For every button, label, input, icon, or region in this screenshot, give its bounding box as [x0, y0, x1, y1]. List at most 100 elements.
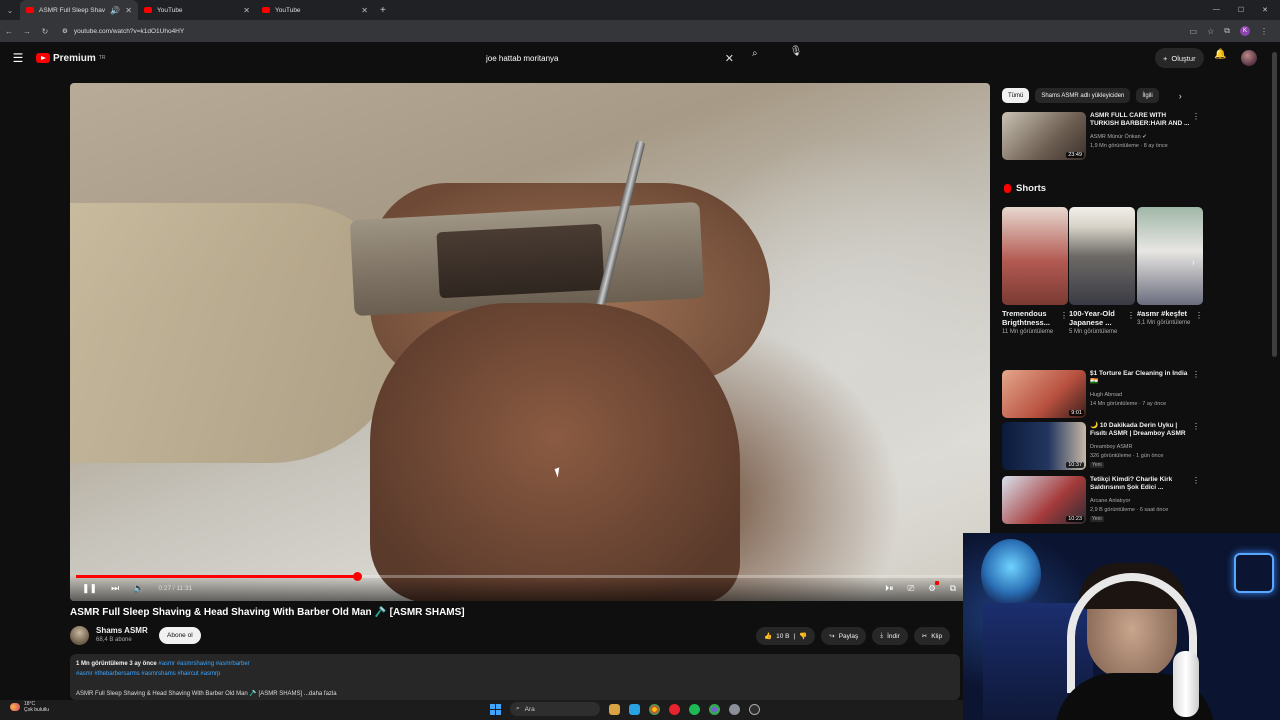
search-input[interactable]: joe hattab moritanya ✕	[480, 47, 748, 69]
profile-avatar[interactable]: K	[1240, 26, 1250, 36]
video-thumbnail[interactable]: 10:23	[1002, 476, 1086, 524]
short-item[interactable]: 100-Year-Old Japanese ... 5 Mn görüntüle…	[1069, 207, 1135, 337]
recommended-video[interactable]: 10:37 🌙 10 Dakikada Derin Uyku | Fısıltı…	[1002, 422, 1202, 470]
weather-widget[interactable]: 18°C Çok bulutlu	[10, 701, 49, 713]
settings-gear-icon[interactable]: ⚙	[928, 581, 939, 594]
cast-icon[interactable]: ▭	[1190, 27, 1198, 36]
chip-all[interactable]: Tümü	[1002, 88, 1030, 103]
short-item[interactable]: Tremendous Brigthtness... 11 Mn görüntül…	[1002, 207, 1068, 337]
next-icon[interactable]: ⏭	[111, 583, 119, 594]
short-thumbnail[interactable]	[1069, 207, 1135, 305]
new-tab-icon[interactable]: +	[380, 5, 386, 16]
spotify-icon[interactable]	[689, 703, 700, 715]
taskbar-search[interactable]: ⌕ Ara	[510, 702, 600, 716]
more-options-icon[interactable]: ⋮	[1192, 476, 1200, 485]
short-thumbnail[interactable]	[1002, 207, 1068, 305]
windows-start-icon[interactable]	[490, 703, 501, 715]
tab-search-icon[interactable]: ⌄	[0, 6, 20, 15]
speaker-icon[interactable]: 🔊	[110, 6, 120, 15]
video-channel[interactable]: ASMR Münür Önkan ✔	[1090, 134, 1147, 140]
settings-icon[interactable]	[729, 703, 740, 715]
progress-scrubber[interactable]	[353, 572, 363, 581]
autoplay-toggle-icon[interactable]: ⏵⏸	[885, 583, 894, 594]
maximize-icon[interactable]: ☐	[1238, 6, 1244, 14]
notifications-bell-icon[interactable]: 🔔	[1214, 49, 1226, 60]
bookmark-star-icon[interactable]: ☆	[1207, 27, 1214, 36]
more-options-icon[interactable]: ⋮	[1060, 311, 1068, 320]
description-hashtags[interactable]: #asmr #thebarbersarms #asmrshams #haircu…	[76, 669, 954, 679]
browser-tab-active[interactable]: ASMR Full Sleep Shaving & Head Shaving W…	[20, 0, 138, 20]
download-button[interactable]: ⤓ İndir	[872, 627, 908, 645]
channel-avatar[interactable]	[70, 626, 89, 645]
pause-icon[interactable]: ❚❚	[82, 583, 97, 594]
browser-tab[interactable]: YouTube ✕	[138, 0, 256, 20]
short-title[interactable]: 100-Year-Old Japanese ...	[1069, 309, 1135, 327]
account-avatar[interactable]	[1241, 50, 1257, 66]
description-meta-tags[interactable]: #asmr #asmrshaving #asmrbarber	[158, 661, 249, 667]
recommended-video[interactable]: 23:49 ASMR FULL CARE WITH TURKISH BARBER…	[1002, 112, 1202, 160]
progress-bar[interactable]	[76, 572, 984, 581]
like-button[interactable]: 👍 10 B | 👎	[756, 627, 816, 645]
video-title[interactable]: Tetikçi Kimdi? Charlie Kirk Saldırısının…	[1090, 476, 1190, 492]
obs-icon[interactable]	[749, 703, 760, 715]
minimize-icon[interactable]: —	[1213, 6, 1220, 14]
hamburger-menu-icon[interactable]: ☰	[0, 51, 36, 65]
channel-name[interactable]: Shams ASMR	[96, 626, 148, 635]
chrome-icon[interactable]	[649, 703, 660, 715]
browser-tab[interactable]: YouTube ✕	[256, 0, 374, 20]
telegram-icon[interactable]	[629, 703, 640, 715]
reload-icon[interactable]: ↻	[36, 27, 54, 36]
back-icon[interactable]: ←	[0, 27, 18, 36]
tab-close-icon[interactable]: ✕	[243, 6, 250, 15]
share-button[interactable]: ↪ Paylaş	[821, 627, 867, 645]
more-options-icon[interactable]: ⋮	[1192, 370, 1200, 379]
forward-icon[interactable]: →	[18, 27, 36, 36]
chevron-right-icon[interactable]: ›	[1192, 258, 1195, 267]
page-scrollbar[interactable]	[1272, 52, 1277, 357]
more-options-icon[interactable]: ⋮	[1127, 311, 1135, 320]
video-title[interactable]: ASMR FULL CARE WITH TURKISH BARBER:HAIR …	[1090, 112, 1190, 128]
video-channel[interactable]: Hugh Abroad	[1090, 392, 1122, 398]
window-close-icon[interactable]: ✕	[1262, 6, 1268, 14]
more-options-icon[interactable]: ⋮	[1195, 311, 1203, 320]
chevron-right-icon[interactable]: ›	[1179, 91, 1182, 101]
file-explorer-icon[interactable]	[609, 703, 620, 715]
site-info-icon[interactable]: ⚙	[62, 27, 68, 35]
video-thumbnail[interactable]: 9:01	[1002, 370, 1086, 418]
video-thumbnail[interactable]: 10:37	[1002, 422, 1086, 470]
more-options-icon[interactable]: ⋮	[1192, 112, 1200, 121]
address-bar[interactable]: ⚙ youtube.com/watch?v=k1dO1Uho4HY	[62, 23, 1190, 39]
short-thumbnail[interactable]	[1137, 207, 1203, 305]
video-channel[interactable]: Arcane Anlatıyor	[1090, 498, 1130, 504]
more-options-icon[interactable]: ⋮	[1192, 422, 1200, 431]
video-player[interactable]: ❚❚ ⏭ 🔈 0:27 / 11:31 ⏵⏸ ⎚ ⚙ ⧉ ▭	[70, 83, 990, 601]
tab-close-icon[interactable]: ✕	[125, 6, 132, 15]
recommended-video[interactable]: 10:23 Tetikçi Kimdi? Charlie Kirk Saldır…	[1002, 476, 1202, 524]
thumbs-down-icon[interactable]: 👎	[799, 632, 807, 640]
tab-close-icon[interactable]: ✕	[361, 6, 368, 15]
youtube-logo[interactable]: Premium TR	[36, 53, 105, 64]
search-icon[interactable]: ⌕	[752, 48, 758, 59]
miniplayer-icon[interactable]: ⧉	[950, 583, 956, 594]
chrome-profile-icon[interactable]	[709, 703, 720, 715]
video-channel[interactable]: Dreamboy ASMR	[1090, 444, 1133, 450]
extensions-icon[interactable]: ⧉	[1224, 26, 1230, 36]
volume-icon[interactable]: 🔈	[133, 583, 144, 594]
opera-icon[interactable]	[669, 703, 680, 715]
clear-search-icon[interactable]: ✕	[725, 52, 734, 65]
short-item[interactable]: #asmr #keşfet 3,1 Mn görüntüleme ⋮	[1137, 207, 1203, 328]
video-title[interactable]: $1 Torture Ear Cleaning in India 🇮🇳	[1090, 370, 1190, 386]
subtitles-icon[interactable]: ⎚	[907, 583, 914, 594]
video-title[interactable]: 🌙 10 Dakikada Derin Uyku | Fısıltı ASMR …	[1090, 422, 1190, 438]
clip-button[interactable]: ✂ Klip	[913, 627, 951, 645]
short-title[interactable]: Tremendous Brigthtness...	[1002, 309, 1068, 327]
subscribe-button[interactable]: Abone ol	[159, 627, 201, 644]
recommended-video[interactable]: 9:01 $1 Torture Ear Cleaning in India 🇮🇳…	[1002, 370, 1202, 418]
chip-related[interactable]: İlgili	[1136, 88, 1159, 103]
create-button[interactable]: + Oluştur	[1155, 48, 1204, 68]
description-box[interactable]: 1 Mn görüntüleme 3 ay önce #asmr #asmrsh…	[70, 654, 960, 700]
short-title[interactable]: #asmr #keşfet	[1137, 309, 1203, 318]
chip-from-uploader[interactable]: Shams ASMR adlı yükleyiciden	[1035, 88, 1131, 103]
microphone-icon[interactable]: 🎙	[789, 46, 803, 66]
browser-menu-icon[interactable]: ⋮	[1260, 27, 1268, 36]
